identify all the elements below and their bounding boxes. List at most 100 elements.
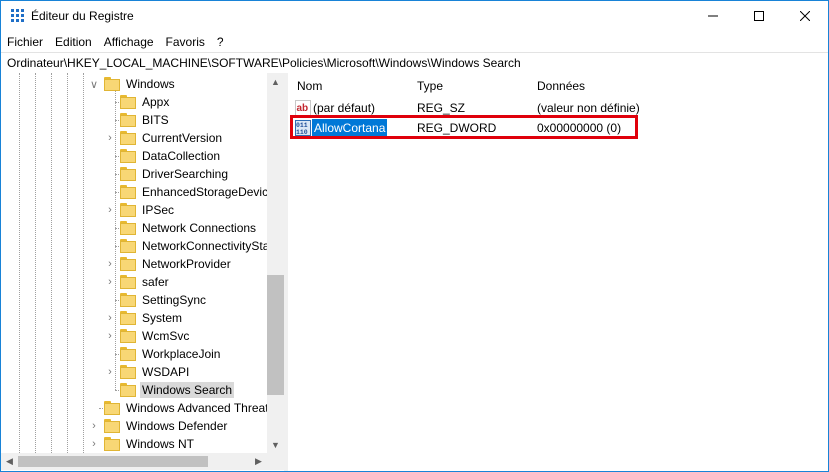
expand-chevron-icon[interactable]: › — [105, 273, 115, 291]
menu-affichage[interactable]: Affichage — [98, 31, 160, 51]
expand-chevron-icon[interactable]: › — [89, 417, 99, 435]
tree-node-label: System — [142, 311, 183, 325]
tree-node-windows-nt[interactable]: Windows NT — [104, 435, 196, 453]
folder-icon — [120, 95, 136, 109]
tree-node-label: Windows — [126, 77, 175, 91]
menu-edition[interactable]: Edition — [49, 31, 98, 51]
tree-node-label: SettingSync — [142, 293, 207, 307]
tree-node-label: Appx — [142, 95, 170, 109]
folder-icon — [120, 365, 136, 379]
tree-node-label: IPSec — [142, 203, 175, 217]
window-title: Éditeur du Registre — [31, 9, 134, 23]
close-icon — [800, 11, 810, 21]
column-header-name[interactable]: Nom — [297, 73, 322, 99]
tree-node-windows[interactable]: Windows — [104, 75, 177, 93]
column-header-type[interactable]: Type — [417, 73, 443, 99]
tree-node-label: DriverSearching — [142, 167, 229, 181]
column-header-data[interactable]: Données — [537, 73, 585, 99]
expand-chevron-icon[interactable]: › — [105, 309, 115, 327]
folder-icon — [104, 419, 120, 433]
tree-node-windows-advanced-threat-protection[interactable]: Windows Advanced Threat Protection — [104, 399, 267, 417]
menu-favoris[interactable]: Favoris — [160, 31, 211, 51]
tree-vertical-scrollbar[interactable]: ▲ ▼ — [267, 73, 284, 453]
scroll-right-icon[interactable]: ▶ — [250, 453, 267, 470]
tree-node-network-connections[interactable]: Network Connections — [120, 219, 258, 237]
tree-node-driversearching[interactable]: DriverSearching — [120, 165, 230, 183]
tree-node-currentversion[interactable]: CurrentVersion — [120, 129, 224, 147]
folder-icon — [120, 257, 136, 271]
tree-node-label: Windows Search — [140, 382, 235, 398]
expand-chevron-icon[interactable]: › — [105, 255, 115, 273]
close-button[interactable] — [782, 1, 828, 31]
scroll-up-icon[interactable]: ▲ — [267, 73, 284, 90]
highlight-box — [290, 115, 638, 139]
folder-icon — [104, 437, 120, 451]
scroll-left-icon[interactable]: ◀ — [1, 453, 18, 470]
folder-icon — [104, 401, 120, 415]
expand-chevron-icon[interactable]: › — [105, 327, 115, 345]
menu-fichier[interactable]: Fichier — [1, 31, 49, 51]
tree-node-label: WorkplaceJoin — [142, 347, 221, 361]
tree-node-label: NetworkConnectivityStatusIndicator — [142, 239, 267, 253]
address-path[interactable]: Ordinateur\HKEY_LOCAL_MACHINE\SOFTWARE\P… — [7, 56, 521, 70]
tree-node-label: EnhancedStorageDevices — [142, 185, 267, 199]
tree-node-label: CurrentVersion — [142, 131, 223, 145]
minimize-button[interactable] — [690, 1, 736, 31]
tree-node-bits[interactable]: BITS — [120, 111, 171, 129]
tree-node-label: Network Connections — [142, 221, 257, 235]
tree-node-networkconnectivitystatusindicator[interactable]: NetworkConnectivityStatusIndicator — [120, 237, 267, 255]
folder-icon — [120, 149, 136, 163]
expand-chevron-icon[interactable]: › — [105, 363, 115, 381]
folder-icon — [120, 131, 136, 145]
tree-node-datacollection[interactable]: DataCollection — [120, 147, 222, 165]
scroll-down-icon[interactable]: ▼ — [267, 436, 284, 453]
tree-node-label: BITS — [142, 113, 169, 127]
address-bar[interactable]: Ordinateur\HKEY_LOCAL_MACHINE\SOFTWARE\P… — [1, 52, 828, 74]
tree-vertical-scroll-thumb[interactable] — [267, 275, 284, 395]
folder-icon — [120, 329, 136, 343]
key-tree: ∨ Windows Appx BITS › CurrentVersion Dat… — [1, 73, 267, 453]
expand-chevron-icon[interactable]: › — [89, 435, 99, 453]
tree-node-safer[interactable]: safer — [120, 273, 171, 291]
folder-icon — [120, 293, 136, 307]
tree-node-networkprovider[interactable]: NetworkProvider — [120, 255, 233, 273]
tree-node-windows-search[interactable]: Windows Search — [120, 381, 235, 399]
tree-node-system[interactable]: System — [120, 309, 184, 327]
tree-node-label: Windows Advanced Threat Protection — [126, 401, 267, 415]
tree-node-label: Windows Defender — [126, 419, 228, 433]
folder-icon — [120, 167, 136, 181]
registry-editor-app-icon — [11, 9, 25, 23]
folder-icon — [120, 203, 136, 217]
folder-icon — [120, 239, 136, 253]
expand-chevron-icon[interactable]: › — [105, 129, 115, 147]
maximize-button[interactable] — [736, 1, 782, 31]
folder-icon — [120, 221, 136, 235]
tree-horizontal-scrollbar[interactable]: ◀ ▶ — [1, 453, 284, 470]
tree-node-label: NetworkProvider — [142, 257, 231, 271]
tree-node-enhancedstoragedevices[interactable]: EnhancedStorageDevices — [120, 183, 267, 201]
string-value-icon: ab — [295, 100, 311, 116]
folder-icon — [120, 347, 136, 361]
string-icon-text: ab — [297, 103, 309, 114]
tree-node-label: DataCollection — [142, 149, 221, 163]
title-bar[interactable]: Éditeur du Registre — [1, 1, 828, 31]
maximize-icon — [754, 11, 764, 21]
tree-node-label: safer — [142, 275, 169, 289]
tree-node-appx[interactable]: Appx — [120, 93, 171, 111]
tree-node-wsdapi[interactable]: WSDAPI — [120, 363, 191, 381]
tree-node-wcmsvc[interactable]: WcmSvc — [120, 327, 191, 345]
tree-node-settingsync[interactable]: SettingSync — [120, 291, 208, 309]
tree-node-label: WcmSvc — [142, 329, 190, 343]
tree-node-windows-defender[interactable]: Windows Defender — [104, 417, 229, 435]
folder-open-icon — [104, 77, 120, 91]
registry-editor-window: Éditeur du Registre Fichier Edition Affi… — [0, 0, 829, 472]
minimize-icon — [708, 15, 718, 17]
menu-bar: Fichier Edition Affichage Favoris ? — [1, 31, 828, 51]
collapse-chevron-icon[interactable]: ∨ — [89, 75, 99, 93]
tree-node-ipsec[interactable]: IPSec — [120, 201, 176, 219]
tree-node-workplacejoin[interactable]: WorkplaceJoin — [120, 345, 222, 363]
expand-chevron-icon[interactable]: › — [105, 201, 115, 219]
tree-horizontal-scroll-thumb[interactable] — [18, 456, 208, 467]
scrollbar-corner — [267, 453, 284, 470]
menu-help[interactable]: ? — [211, 31, 230, 51]
